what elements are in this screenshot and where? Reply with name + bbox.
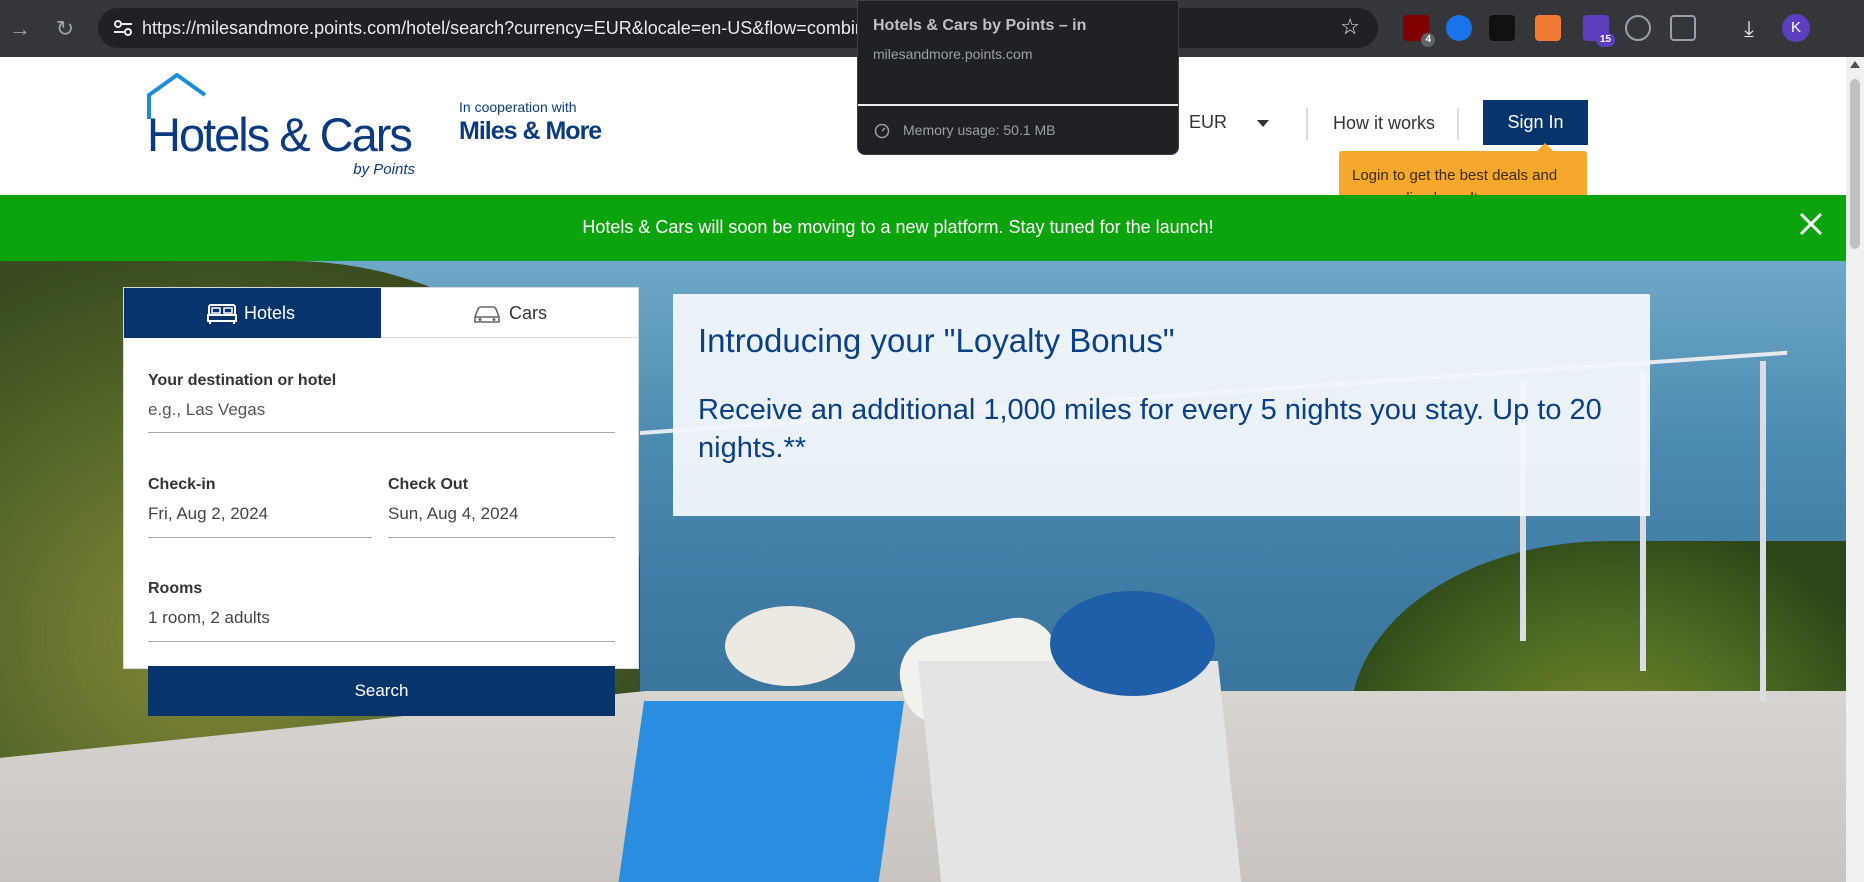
hover-card-memory: Memory usage: 50.1 MB [903,122,1056,138]
tab-hover-card: Hotels & Cars by Points – in milesandmor… [857,0,1179,155]
download-icon[interactable]: ⤓ [1734,14,1764,44]
logo-text: Hotels & Cars [147,108,413,161]
rooms-field[interactable]: 1 room, 2 adults [148,608,270,628]
search-widget: Hotels Cars Your destination or hotel e.… [123,287,639,716]
hero-chair [615,701,905,882]
divider [1306,108,1308,140]
logo-byline: by Points [353,161,415,178]
profile-avatar[interactable]: K [1782,14,1810,42]
partner-logo: Miles & More [459,117,602,145]
destination-input[interactable]: e.g., Las Vegas [148,400,265,420]
sign-in-button[interactable]: Sign In [1483,100,1588,145]
checkin-label: Check-in [148,476,216,493]
hero-lounger [917,661,1243,882]
site-info-icon[interactable] [112,18,134,38]
banner-text: Hotels & Cars will soon be moving to a n… [582,217,1214,237]
memory-gauge-icon [874,123,890,139]
site-logo[interactable]: Hotels & Cars by Points [145,73,415,183]
sync-icon[interactable] [1446,15,1472,41]
ublock-icon[interactable]: 4 [1403,15,1435,47]
destination-underline [148,432,615,433]
checkout-field[interactable]: Sun, Aug 4, 2024 [388,504,518,524]
hero-sunhat [725,606,855,686]
promo-title: Introducing your "Loyalty Bonus" [698,322,1175,359]
tab-cars-label: Cars [509,303,548,323]
checkout-label: Check Out [388,476,469,493]
url-text[interactable]: https://milesandmore.points.com/hotel/se… [142,18,875,39]
checkout-underline [388,537,615,538]
hero-sunhat [1050,591,1215,696]
page-scrollbar[interactable] [1846,57,1864,882]
tab-cars[interactable]: Cars [381,288,638,338]
tab-hotels-label: Hotels [244,303,296,323]
car-icon [474,306,500,323]
hover-card-title: Hotels & Cars by Points – in [873,17,1087,34]
bed-icon [207,304,237,324]
promo-body: Receive an additional 1,000 miles for ev… [698,394,1602,464]
scroll-thumb[interactable] [1850,79,1860,249]
bookmark-star-icon[interactable]: ☆ [1340,14,1360,40]
tab-hotels[interactable]: Hotels [124,288,381,338]
announcement-banner: Hotels & Cars will soon be moving to a n… [0,195,1846,261]
link-icon[interactable] [1625,15,1651,41]
robot-icon[interactable] [1489,15,1515,41]
checkin-underline [148,537,372,538]
checkin-field[interactable]: Fri, Aug 2, 2024 [148,504,268,524]
hero-railing-post [1760,361,1766,701]
reload-icon[interactable]: ↻ [50,14,80,44]
graduation-icon[interactable]: 15 [1583,15,1615,47]
currency-selector[interactable]: EUR [1189,112,1227,133]
hover-card-divider [858,104,1178,106]
tooltip-arrow [1537,143,1553,151]
extension-badge: 4 [1421,33,1435,47]
promo-panel: Introducing your "Loyalty Bonus" Receive… [673,294,1650,516]
scroll-up-icon[interactable] [1850,61,1860,68]
rooms-label: Rooms [148,580,203,597]
destination-label: Your destination or hotel [148,372,337,389]
divider [1457,108,1459,140]
close-icon[interactable] [1797,210,1825,238]
hover-card-domain: milesandmore.points.com [873,46,1033,62]
cooperation-label: In cooperation with [459,99,577,115]
hubspot-icon[interactable] [1535,15,1561,41]
puzzle-icon[interactable] [1670,15,1696,41]
forward-icon[interactable]: → [5,14,35,44]
search-button[interactable]: Search [148,666,615,716]
rooms-underline [148,641,615,642]
chevron-down-icon[interactable] [1257,120,1269,127]
extension-badge: 15 [1595,33,1615,47]
how-it-works-link[interactable]: How it works [1333,113,1435,134]
page-content: Hotels & Cars by Points In cooperation w… [0,57,1846,882]
address-bar[interactable]: https://milesandmore.points.com/hotel/se… [98,8,1378,48]
